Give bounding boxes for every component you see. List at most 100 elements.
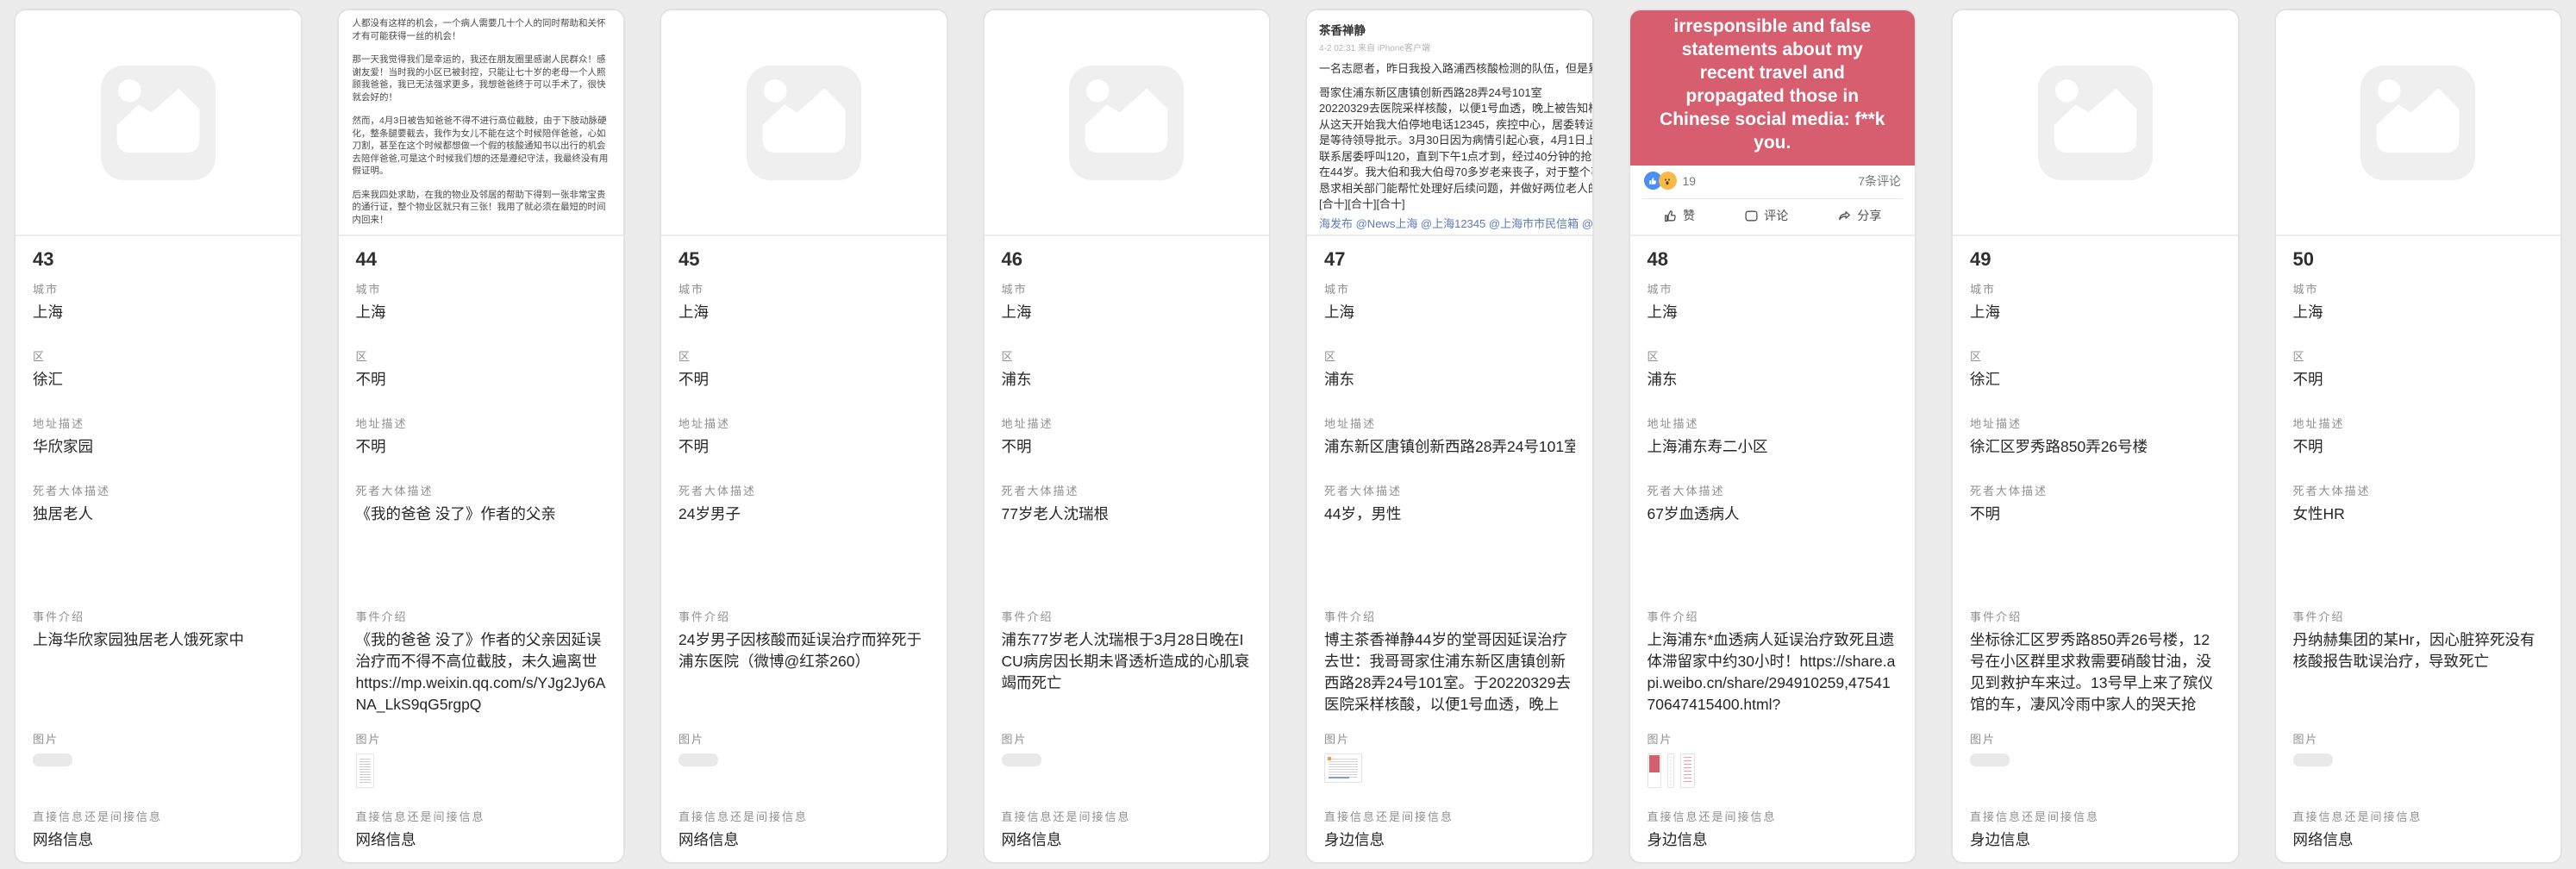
field-label-city: 城市 [2293,283,2544,296]
field-label-city: 城市 [1648,283,1898,296]
field-value-deceased: 24岁男子 [678,503,929,525]
field-value-address: 浦东新区唐镇创新西路28弄24号101室 [1324,436,1575,458]
image-thumbnail-shot[interactable] [1324,753,1362,783]
image-thumbnail-pill[interactable] [678,753,718,766]
record-card[interactable]: irresponsible and false statements about… [1629,9,1917,864]
card-cover[interactable] [1953,10,2238,236]
weibo-text-line: 在44岁。我大伯和我大伯母70多岁老来丧子，对于整个事情我不做评价， [1319,165,1592,181]
field-label-city: 城市 [1324,283,1575,296]
record-card[interactable]: 46 城市 上海 区 浦东 地址描述 不明 死者大体描述 77岁老人沈瑞根 事件… [983,9,1272,864]
field-deceased: 死者大体描述 独居老人 [33,485,284,525]
image-thumbnail-doc[interactable] [356,753,374,788]
field-value-district: 不明 [678,369,929,391]
image-thumbnail-redtop[interactable] [1648,753,1661,788]
record-card[interactable]: 人都没有这样的机会，一个病人需要几十个人的同时帮助和关怀才有可能获得一丝的机会！… [337,9,626,864]
thumbnail-row [1002,753,1253,766]
field-label-direct: 直接信息还是间接信息 [2293,810,2544,823]
field-value-deceased: 77岁老人沈瑞根 [1002,503,1253,525]
field-value-event: 浦东77岁老人沈瑞根于3月28日晚在ICU病房因长期未肾透析造成的心肌衰竭而死亡 [1002,629,1253,694]
record-card[interactable]: 49 城市 上海 区 徐汇 地址描述 徐汇区罗秀路850弄26号楼 死者大体描述… [1951,9,2240,864]
field-value-direct: 网络信息 [356,829,607,851]
card-cover[interactable] [985,10,1270,236]
field-image: 图片 [1324,733,1575,790]
weibo-text-line: 从这天开始我大伯停地电话12345，疾控中心，居委转运车一直不来。永 [1319,117,1592,134]
card-cover[interactable]: 茶香禅静 4-2 02:31 来自 iPhone客户端 一名志愿者，昨日我投入路… [1307,10,1592,236]
record-card[interactable]: 50 城市 上海 区 不明 地址描述 不明 死者大体描述 女性HR 事件介绍 丹… [2274,9,2563,864]
weibo-text-line: 联系居委呼叫120，直到下午1点才到，经过40分钟的抢救，我哥的生命 [1319,149,1592,166]
field-address: 地址描述 不明 [1002,417,1253,458]
field-district: 区 浦东 [1648,350,1898,391]
thumbnail-row [1324,753,1575,783]
card-body: 50 城市 上海 区 不明 地址描述 不明 死者大体描述 女性HR 事件介绍 丹… [2276,247,2561,864]
card-cover[interactable]: 人都没有这样的机会，一个病人需要几十个人的同时帮助和关怀才有可能获得一丝的机会！… [339,10,624,236]
record-number: 45 [678,247,929,272]
record-card[interactable]: 45 城市 上海 区 不明 地址描述 不明 死者大体描述 24岁男子 事件介绍 … [660,9,948,864]
field-label-event: 事件介绍 [1648,610,1898,623]
field-city: 城市 上海 [356,283,607,323]
field-label-direct: 直接信息还是间接信息 [678,810,929,823]
field-label-district: 区 [1648,350,1898,363]
field-label-district: 区 [1324,350,1575,363]
like-label: 赞 [1683,207,1695,224]
field-label-address: 地址描述 [1970,417,2221,430]
image-placeholder-icon [101,66,216,180]
card-cover[interactable]: irresponsible and false statements about… [1630,10,1916,236]
weibo-post-meta: 4-2 02:31 来自 iPhone客户端 [1319,41,1592,53]
comment-count[interactable]: 7条评论 [1858,172,1901,190]
record-number: 44 [356,247,607,272]
share-button[interactable]: 分享 [1837,207,1881,224]
field-value-district: 浦东 [1324,369,1575,391]
record-card[interactable]: 茶香禅静 4-2 02:31 来自 iPhone客户端 一名志愿者，昨日我投入路… [1305,9,1594,864]
like-button[interactable]: 赞 [1663,207,1695,224]
weibo-username: 茶香禅静 [1319,21,1592,38]
image-thumbnail-pill[interactable] [33,753,72,766]
comment-bubble-icon [1744,209,1759,223]
weibo-paragraph: 哥家住浦东新区唐镇创新西路28弄24号101室20220329去医院采样核酸，以… [1319,85,1592,213]
field-event: 事件介绍 坐标徐汇区罗秀路850弄26号楼，12号在小区群里求救需要硝酸甘油，没… [1970,610,2221,716]
field-label-city: 城市 [1002,283,1253,296]
field-address: 地址描述 不明 [678,417,929,458]
post-image-background: irresponsible and false statements about… [1630,10,1916,166]
weibo-paragraph: 一名志愿者，昨日我投入路浦西核酸检测的队伍，但是累了一天后晚上接 [1319,61,1592,78]
field-label-city: 城市 [33,283,284,296]
field-city: 城市 上海 [1002,283,1253,323]
field-label-event: 事件介绍 [356,610,607,623]
image-placeholder [661,10,947,234]
field-label-event: 事件介绍 [1970,610,2221,623]
article-paragraph: 那一天我觉得我们是幸运的，我还在朋友圈里感谢人民群众！感谢友爱！当时我的小区已被… [353,53,610,103]
record-card[interactable]: 43 城市 上海 区 徐汇 地址描述 华欣家园 死者大体描述 独居老人 事件介绍… [14,9,303,864]
field-deceased: 死者大体描述 77岁老人沈瑞根 [1002,485,1253,525]
card-cover[interactable] [661,10,947,236]
thumbnail-row [2293,753,2544,766]
image-thumbnail-strip[interactable] [1667,753,1674,788]
field-value-address: 徐汇区罗秀路850弄26号楼 [1970,436,2221,458]
field-value-address: 不明 [678,436,929,458]
card-cover[interactable] [2276,10,2561,236]
weibo-text-line: 哥家住浦东新区唐镇创新西路28弄24号101室 [1319,85,1592,102]
field-label-address: 地址描述 [678,417,929,430]
field-label-direct: 直接信息还是间接信息 [1970,810,2221,823]
image-thumbnail-pill[interactable] [1002,753,1041,766]
field-direct: 直接信息还是间接信息 身边信息 [1324,810,1575,851]
image-thumbnail-pill[interactable] [2293,753,2333,766]
field-city: 城市 上海 [1324,283,1575,323]
field-value-event: 24岁男子因核酸而延误治疗而猝死于浦东医院（微博@红茶260） [678,629,929,672]
image-thumbnail-pill[interactable] [1970,753,2010,766]
field-district: 区 不明 [678,350,929,391]
field-label-district: 区 [678,350,929,363]
field-address: 地址描述 上海浦东寿二小区 [1648,417,1898,458]
card-cover[interactable] [16,10,301,236]
weibo-mention-links[interactable]: 海发布 @News上海 @上海12345 @上海市市民信箱 @上海市志愿者协会 [1319,215,1592,231]
field-label-event: 事件介绍 [1002,610,1253,623]
field-value-deceased: 《我的爸爸 没了》作者的父亲 [356,503,607,525]
image-thumbnail-redlist[interactable] [1680,753,1695,788]
field-label-image: 图片 [356,733,607,746]
field-direct: 直接信息还是间接信息 身边信息 [1970,810,2221,851]
image-placeholder-icon [1069,66,1184,180]
field-value-city: 上海 [678,302,929,323]
field-value-city: 上海 [356,302,607,323]
field-value-direct: 网络信息 [1002,829,1253,851]
field-event: 事件介绍 《我的爸爸 没了》作者的父亲因延误治疗而不得不高位截肢，未久遍离世 h… [356,610,607,716]
card-body: 47 城市 上海 区 浦东 地址描述 浦东新区唐镇创新西路28弄24号101室 … [1307,247,1592,864]
comment-button[interactable]: 评论 [1744,207,1788,224]
